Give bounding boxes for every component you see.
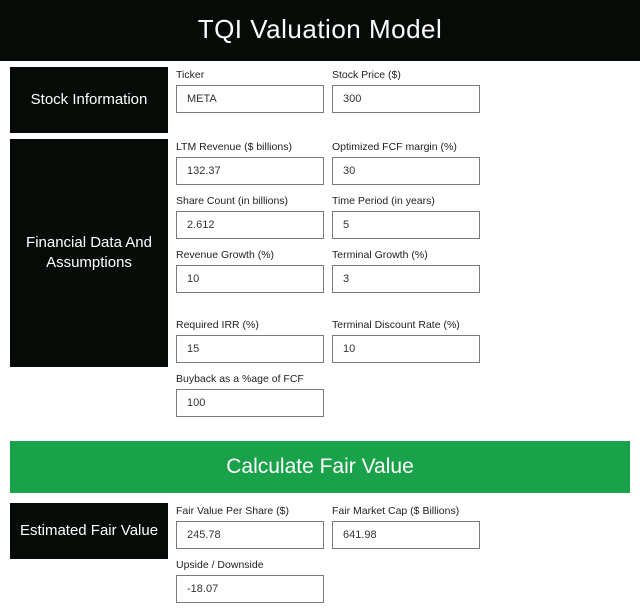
fields-estimated: Fair Value Per Share ($) 245.78 Fair Mar… <box>176 503 640 613</box>
label-stock-price: Stock Price ($) <box>332 69 480 81</box>
section-stock: Stock Information Ticker META Stock Pric… <box>0 67 640 133</box>
input-ticker[interactable]: META <box>176 85 324 113</box>
output-upside: -18.07 <box>176 575 324 603</box>
input-stock-price[interactable]: 300 <box>332 85 480 113</box>
field-ltm-revenue: LTM Revenue ($ billions) 132.37 <box>176 141 324 185</box>
field-upside: Upside / Downside -18.07 <box>176 559 324 603</box>
label-fv-per-share: Fair Value Per Share ($) <box>176 505 324 517</box>
label-fair-mcap: Fair Market Cap ($ Billions) <box>332 505 480 517</box>
field-fcf-margin: Optimized FCF margin (%) 30 <box>332 141 480 185</box>
section-label-financial: Financial Data And Assumptions <box>10 139 168 367</box>
field-buyback: Buyback as a %age of FCF 100 <box>176 373 324 417</box>
input-rev-growth[interactable]: 10 <box>176 265 324 293</box>
label-req-irr: Required IRR (%) <box>176 319 324 331</box>
output-fair-mcap: 641.98 <box>332 521 480 549</box>
label-time-period: Time Period (in years) <box>332 195 480 207</box>
field-rev-growth: Revenue Growth (%) 10 <box>176 249 324 293</box>
field-req-irr: Required IRR (%) 15 <box>176 319 324 363</box>
label-rev-growth: Revenue Growth (%) <box>176 249 324 261</box>
label-term-growth: Terminal Growth (%) <box>332 249 480 261</box>
input-ltm-revenue[interactable]: 132.37 <box>176 157 324 185</box>
calculate-button[interactable]: Calculate Fair Value <box>10 441 630 493</box>
section-label-stock: Stock Information <box>10 67 168 133</box>
field-fair-mcap: Fair Market Cap ($ Billions) 641.98 <box>332 505 480 549</box>
label-term-disc: Terminal Discount Rate (%) <box>332 319 480 331</box>
label-upside: Upside / Downside <box>176 559 324 571</box>
section-label-stock-text: Stock Information <box>31 90 148 110</box>
section-financial: Financial Data And Assumptions LTM Reven… <box>0 139 640 427</box>
label-ticker: Ticker <box>176 69 324 81</box>
label-fcf-margin: Optimized FCF margin (%) <box>332 141 480 153</box>
fields-stock: Ticker META Stock Price ($) 300 <box>176 67 640 133</box>
field-ticker: Ticker META <box>176 69 324 113</box>
input-req-irr[interactable]: 15 <box>176 335 324 363</box>
row-gap <box>176 303 640 319</box>
section-estimated: Estimated Fair Value Fair Value Per Shar… <box>0 503 640 613</box>
field-term-disc: Terminal Discount Rate (%) 10 <box>332 319 480 363</box>
section-label-financial-text: Financial Data And Assumptions <box>14 233 164 274</box>
input-share-count[interactable]: 2.612 <box>176 211 324 239</box>
label-buyback: Buyback as a %age of FCF <box>176 373 324 385</box>
output-fv-per-share: 245.78 <box>176 521 324 549</box>
input-buyback[interactable]: 100 <box>176 389 324 417</box>
field-term-growth: Terminal Growth (%) 3 <box>332 249 480 293</box>
field-fv-per-share: Fair Value Per Share ($) 245.78 <box>176 505 324 549</box>
label-share-count: Share Count (in billions) <box>176 195 324 207</box>
field-time-period: Time Period (in years) 5 <box>332 195 480 239</box>
page-title: TQI Valuation Model <box>0 0 640 61</box>
input-term-growth[interactable]: 3 <box>332 265 480 293</box>
section-label-estimated-text: Estimated Fair Value <box>20 521 158 541</box>
input-time-period[interactable]: 5 <box>332 211 480 239</box>
field-stock-price: Stock Price ($) 300 <box>332 69 480 113</box>
input-fcf-margin[interactable]: 30 <box>332 157 480 185</box>
field-share-count: Share Count (in billions) 2.612 <box>176 195 324 239</box>
input-term-disc[interactable]: 10 <box>332 335 480 363</box>
label-ltm-revenue: LTM Revenue ($ billions) <box>176 141 324 153</box>
fields-financial: LTM Revenue ($ billions) 132.37 Optimize… <box>176 139 640 427</box>
section-label-estimated: Estimated Fair Value <box>10 503 168 559</box>
